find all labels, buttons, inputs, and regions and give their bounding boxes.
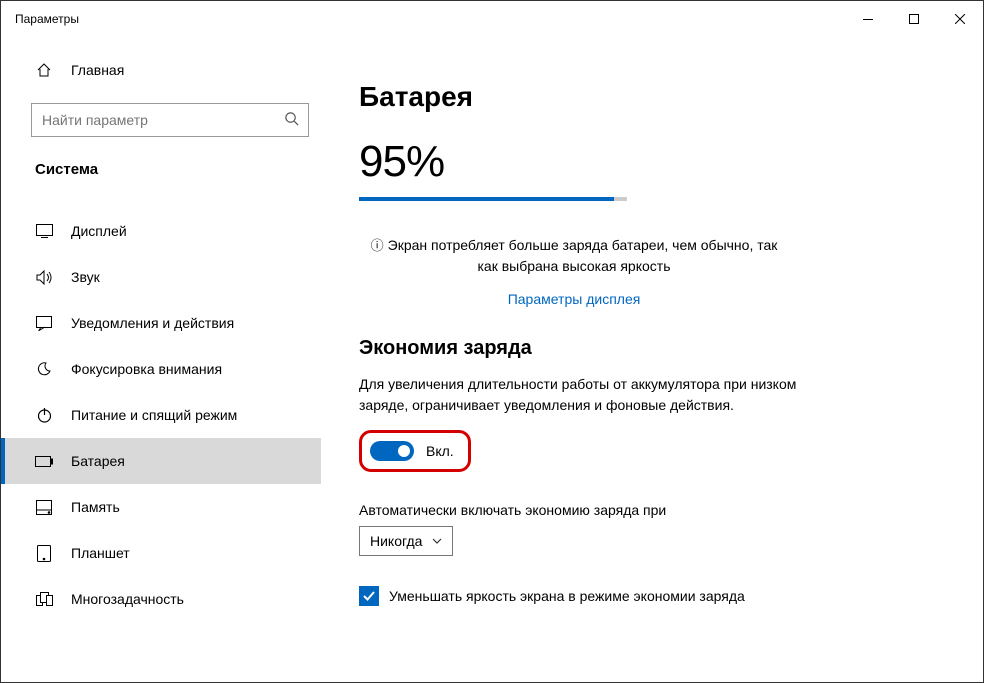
section-title: Экономия заряда	[359, 337, 923, 360]
battery-progress	[359, 197, 627, 201]
sidebar-item-label: Звук	[71, 269, 100, 285]
sidebar-item-display[interactable]: Дисплей	[1, 208, 321, 254]
sidebar-item-storage[interactable]: Память	[1, 484, 321, 530]
sidebar-item-label: Уведомления и действия	[71, 315, 234, 331]
power-icon	[35, 406, 53, 424]
sidebar-item-battery[interactable]: Батарея	[1, 438, 321, 484]
focus-icon	[35, 360, 53, 378]
search-input[interactable]	[31, 103, 309, 137]
minimize-button[interactable]	[845, 3, 891, 35]
home-icon	[35, 61, 53, 79]
toggle-knob	[398, 445, 410, 457]
tablet-icon	[35, 544, 53, 562]
multitasking-icon	[35, 590, 53, 608]
info-block: ⓘ Экран потребляет больше заряда батареи,…	[359, 235, 789, 307]
battery-percent: 95%	[359, 137, 923, 187]
close-button[interactable]	[937, 3, 983, 35]
window-controls	[845, 3, 983, 35]
battery-saver-toggle[interactable]	[370, 441, 414, 461]
sidebar-item-label: Фокусировка внимания	[71, 361, 222, 377]
select-value: Никогда	[370, 533, 422, 549]
sidebar-item-label: Планшет	[71, 545, 130, 561]
display-settings-link[interactable]: Параметры дисплея	[508, 291, 641, 307]
sidebar-item-sound[interactable]: Звук	[1, 254, 321, 300]
auto-enable-label: Автоматически включать экономию заряда п…	[359, 502, 923, 518]
home-link[interactable]: Главная	[1, 51, 321, 89]
category-header: Система	[1, 151, 321, 188]
sidebar-item-label: Память	[71, 499, 120, 515]
sidebar-item-focus[interactable]: Фокусировка внимания	[1, 346, 321, 392]
info-icon: ⓘ	[371, 238, 384, 253]
storage-icon	[35, 498, 53, 516]
sidebar-item-label: Питание и спящий режим	[71, 407, 237, 423]
page-title: Батарея	[359, 81, 923, 113]
sound-icon	[35, 268, 53, 286]
sidebar-item-power[interactable]: Питание и спящий режим	[1, 392, 321, 438]
titlebar: Параметры	[1, 1, 983, 37]
sidebar-item-label: Дисплей	[71, 223, 127, 239]
sidebar-item-label: Батарея	[71, 453, 125, 469]
nav-list: Дисплей Звук Уведомления и действия Фоку…	[1, 208, 321, 622]
brightness-checkbox[interactable]	[359, 586, 379, 606]
progress-fill	[359, 197, 614, 201]
checkbox-label: Уменьшать яркость экрана в режиме эконом…	[389, 588, 745, 604]
battery-saver-toggle-highlight: Вкл.	[359, 430, 471, 472]
search-icon	[284, 111, 299, 129]
notifications-icon	[35, 314, 53, 332]
chevron-down-icon	[432, 536, 442, 547]
window-title: Параметры	[15, 12, 79, 26]
maximize-button[interactable]	[891, 3, 937, 35]
sidebar: Главная Система Дисплей Звук Уведомления…	[1, 37, 321, 682]
info-text: ⓘ Экран потребляет больше заряда батареи,…	[359, 235, 789, 277]
main-content: Батарея 95% ⓘ Экран потребляет больше зар…	[321, 37, 983, 682]
info-message: Экран потребляет больше заряда батареи, …	[388, 237, 778, 274]
sidebar-item-tablet[interactable]: Планшет	[1, 530, 321, 576]
toggle-label: Вкл.	[426, 443, 454, 459]
sidebar-item-label: Многозадачность	[71, 591, 184, 607]
brightness-checkbox-row: Уменьшать яркость экрана в режиме эконом…	[359, 586, 923, 606]
sidebar-item-notifications[interactable]: Уведомления и действия	[1, 300, 321, 346]
sidebar-item-multitasking[interactable]: Многозадачность	[1, 576, 321, 622]
home-label: Главная	[71, 62, 124, 78]
battery-icon	[35, 452, 53, 470]
auto-enable-select[interactable]: Никогда	[359, 526, 453, 556]
search-container	[31, 103, 309, 137]
display-icon	[35, 222, 53, 240]
section-description: Для увеличения длительности работы от ак…	[359, 374, 799, 416]
